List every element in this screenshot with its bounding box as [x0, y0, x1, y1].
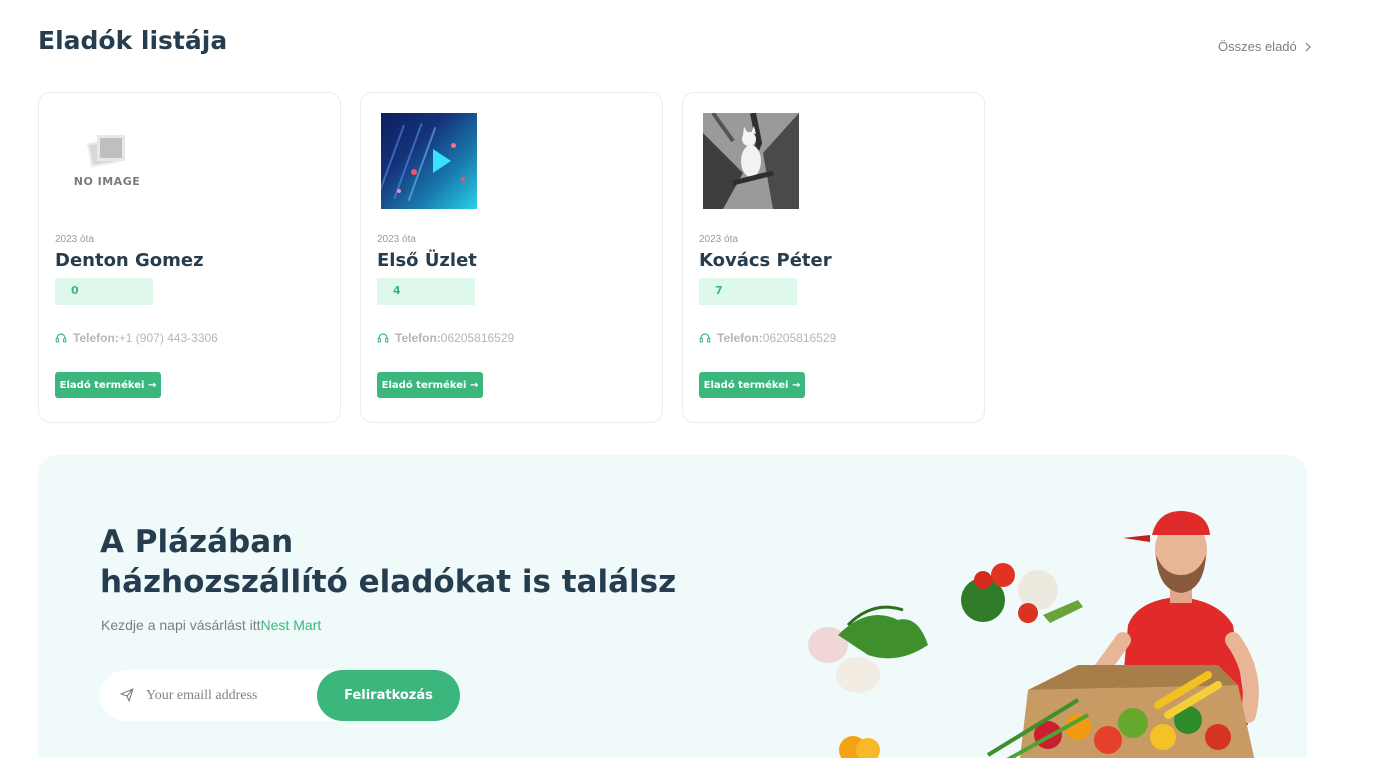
vendor-products-button[interactable]: Eladó termékei → — [377, 372, 483, 398]
newsletter-banner: A Plázában házhozszállító eladókat is ta… — [38, 455, 1307, 758]
chevron-right-icon — [1305, 42, 1311, 51]
vendor-card: 2023 óta Első Üzlet 4 Telefon:0620581652… — [360, 92, 663, 423]
product-count-badge: 4 — [377, 278, 475, 305]
product-count-badge: 0 — [55, 278, 153, 305]
headset-icon — [699, 333, 711, 343]
vendor-image[interactable]: NO IMAGE — [59, 113, 155, 209]
vendor-products-label: Eladó termékei — [59, 379, 145, 391]
vendor-since: 2023 óta — [55, 234, 94, 245]
section-title: Eladók listája — [38, 26, 228, 55]
vendor-products-button[interactable]: Eladó termékei → — [55, 372, 161, 398]
vendor-name[interactable]: Kovács Péter — [699, 250, 832, 271]
phone-number: 06205816529 — [440, 331, 515, 345]
product-count-badge: 7 — [699, 278, 797, 305]
vendor-image[interactable] — [381, 113, 477, 209]
vendor-phone: Telefon:+1 (907) 443-3306 — [55, 331, 218, 345]
arrow-right-icon: → — [469, 379, 479, 391]
vendor-phone: Telefon:06205816529 — [377, 331, 514, 345]
banner-title-line1: A Plázában — [100, 524, 294, 560]
vendor-name[interactable]: Denton Gomez — [55, 250, 204, 271]
headset-icon — [377, 333, 389, 343]
vendor-products-label: Eladó termékei — [381, 379, 467, 391]
vendor-products-button[interactable]: Eladó termékei → — [699, 372, 805, 398]
banner-subtitle: Kezdje a napi vásárlást ittNest Mart — [101, 617, 321, 633]
vendor-image[interactable] — [703, 113, 799, 209]
brand-link[interactable]: Nest Mart — [261, 617, 322, 633]
all-vendors-label: Összes eladó — [1218, 39, 1297, 54]
phone-number: 06205816529 — [762, 331, 837, 345]
all-vendors-link[interactable]: Összes eladó — [1218, 39, 1313, 54]
phone-label: Telefon: — [73, 331, 119, 345]
no-image-label: NO IMAGE — [73, 174, 141, 188]
headset-icon — [55, 333, 67, 343]
image-placeholder-icon — [87, 134, 125, 167]
subscribe-button[interactable]: Feliratkozás — [317, 670, 460, 721]
banner-title: A Plázában házhozszállító eladókat is ta… — [100, 522, 676, 602]
banner-subtitle-text: Kezdje a napi vásárlást itt — [101, 617, 261, 633]
phone-number: +1 (907) 443-3306 — [118, 331, 218, 345]
subscribe-form: Feliratkozás — [100, 670, 460, 721]
arrow-right-icon: → — [147, 379, 157, 391]
banner-title-line2: házhozszállító eladókat is találsz — [100, 564, 677, 600]
vendor-since: 2023 óta — [699, 234, 738, 245]
send-icon — [120, 688, 134, 702]
vendor-phone: Telefon:06205816529 — [699, 331, 836, 345]
vendor-card: 2023 óta Kovács Péter 7 Telefon:06205816… — [682, 92, 985, 423]
email-input[interactable] — [146, 684, 306, 708]
phone-label: Telefon: — [395, 331, 441, 345]
vendor-since: 2023 óta — [377, 234, 416, 245]
vendor-name[interactable]: Első Üzlet — [377, 250, 477, 271]
vendor-card: NO IMAGE 2023 óta Denton Gomez 0 Telefon… — [38, 92, 341, 423]
delivery-man-illustration — [808, 510, 1259, 758]
phone-label: Telefon: — [717, 331, 763, 345]
arrow-right-icon: → — [791, 379, 801, 391]
vendor-products-label: Eladó termékei — [703, 379, 789, 391]
